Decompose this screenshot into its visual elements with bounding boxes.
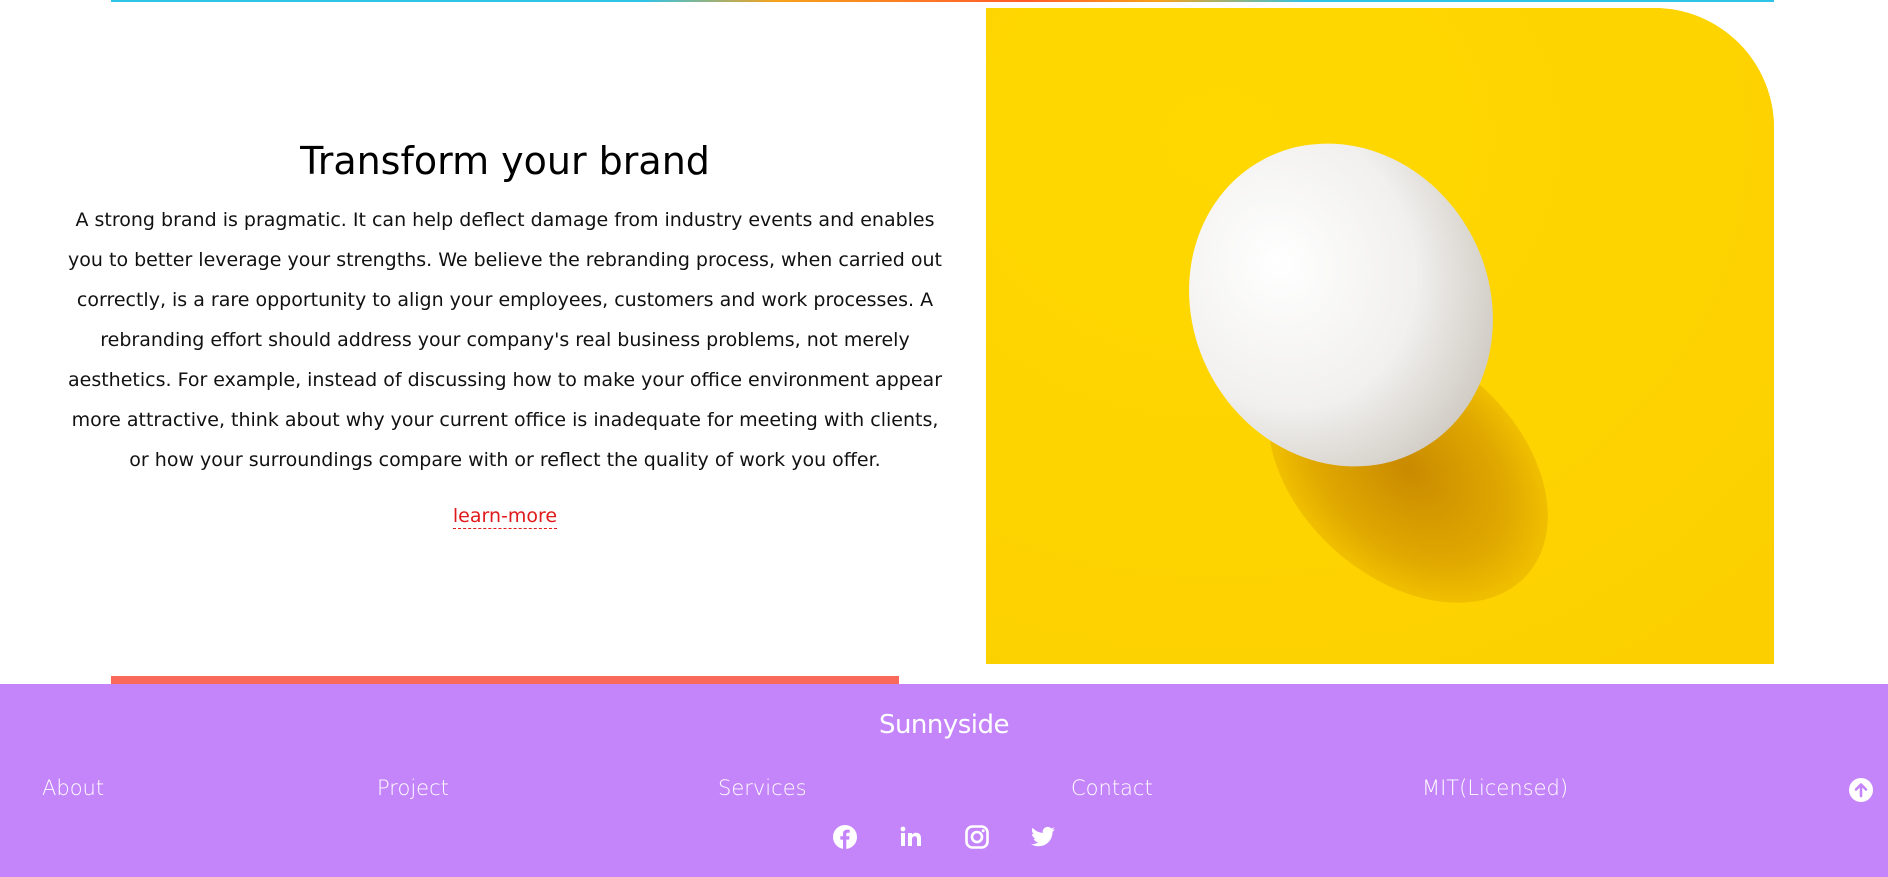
accent-bar <box>111 676 899 684</box>
footer-brand: Sunnyside <box>878 710 1010 740</box>
transform-section-text: Transform your brand A strong brand is p… <box>60 128 950 529</box>
footer-nav-about[interactable]: About <box>42 776 104 800</box>
section-body: A strong brand is pragmatic. It can help… <box>68 209 942 471</box>
linkedin-icon[interactable] <box>898 824 924 850</box>
twitter-icon[interactable] <box>1030 824 1056 850</box>
site-footer: Sunnyside About Project Services Contact… <box>0 684 1888 877</box>
egg-photo <box>986 8 1774 664</box>
footer-nav-contact[interactable]: Contact <box>1071 776 1153 800</box>
footer-nav-license[interactable]: MIT(Licensed) <box>1422 776 1568 800</box>
social-links <box>0 824 1888 850</box>
facebook-icon[interactable] <box>832 824 858 850</box>
section-heading: Transform your brand <box>300 139 710 183</box>
footer-nav-project[interactable]: Project <box>377 776 449 800</box>
footer-nav-services[interactable]: Services <box>718 776 807 800</box>
learn-more-link[interactable]: learn-more <box>452 504 558 529</box>
top-stripe <box>111 0 1774 2</box>
instagram-icon[interactable] <box>964 824 990 850</box>
arrow-up-circle-icon[interactable] <box>1848 777 1874 803</box>
